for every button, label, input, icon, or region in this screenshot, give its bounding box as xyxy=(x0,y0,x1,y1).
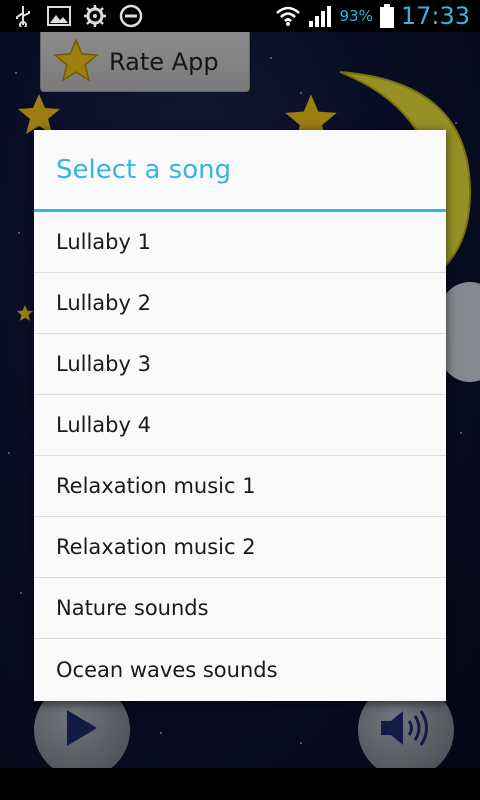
song-item-nature-sounds[interactable]: Nature sounds xyxy=(34,578,446,639)
status-bar: 93% 17:33 xyxy=(0,0,480,32)
song-item-lullaby-4[interactable]: Lullaby 4 xyxy=(34,395,446,456)
song-item-lullaby-1[interactable]: Lullaby 1 xyxy=(34,212,446,273)
do-not-disturb-icon xyxy=(118,4,144,28)
signal-icon xyxy=(307,4,333,28)
image-icon xyxy=(46,4,72,28)
song-item-lullaby-3[interactable]: Lullaby 3 xyxy=(34,334,446,395)
select-song-dialog: Select a song Lullaby 1 Lullaby 2 Lullab… xyxy=(34,130,446,701)
song-item-relaxation-music-2[interactable]: Relaxation music 2 xyxy=(34,517,446,578)
song-item-relaxation-music-1[interactable]: Relaxation music 1 xyxy=(34,456,446,517)
usb-icon xyxy=(10,4,36,28)
settings-gear-icon xyxy=(82,4,108,28)
navigation-bar xyxy=(0,768,480,800)
song-list: Lullaby 1 Lullaby 2 Lullaby 3 Lullaby 4 … xyxy=(34,212,446,700)
clock: 17:33 xyxy=(400,2,470,30)
wifi-icon xyxy=(275,4,301,28)
song-item-lullaby-2[interactable]: Lullaby 2 xyxy=(34,273,446,334)
song-item-ocean-waves-sounds[interactable]: Ocean waves sounds xyxy=(34,639,446,700)
battery-percent: 93% xyxy=(339,7,373,25)
battery-icon xyxy=(379,4,395,28)
dialog-title: Select a song xyxy=(34,130,446,212)
